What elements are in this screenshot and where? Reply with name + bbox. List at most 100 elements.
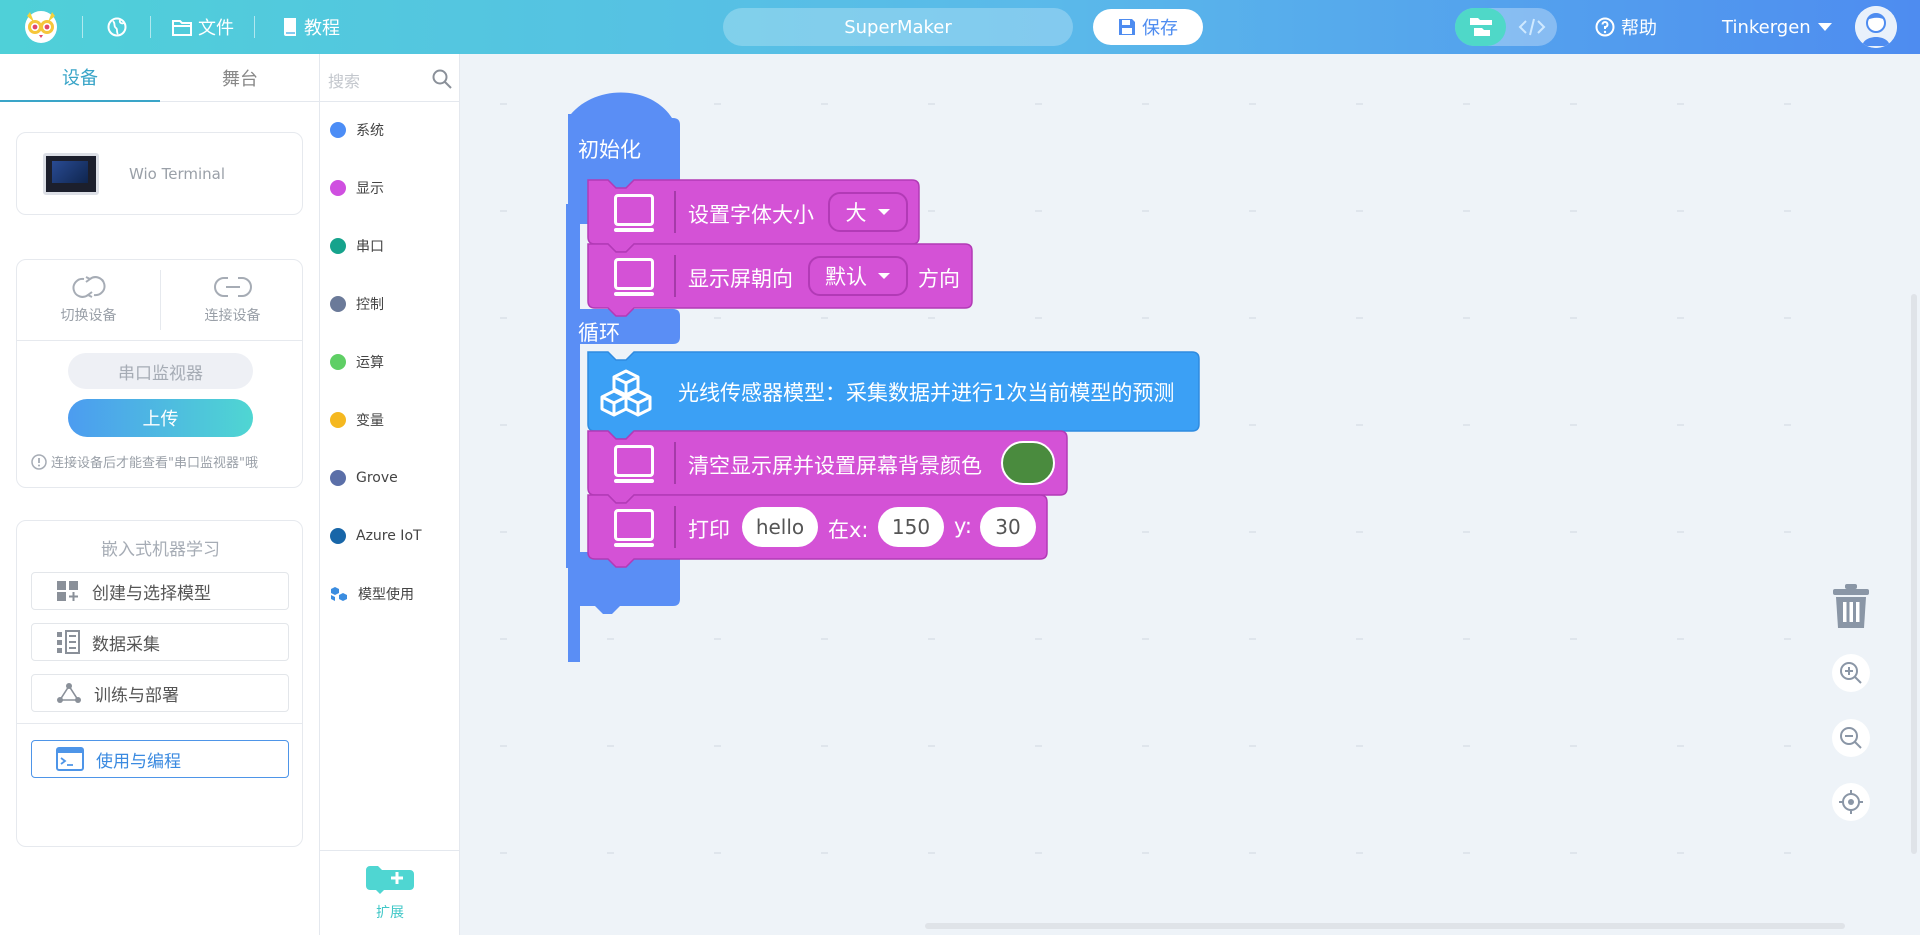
category-label: 串口 [356, 239, 384, 255]
serial-hint-text: 连接设备后才能查看"串口监视器"哦 [51, 456, 258, 471]
caret-down-icon [878, 273, 890, 279]
user-avatar-icon [1855, 6, 1897, 48]
ml-item-data-collection[interactable]: 数据采集 [31, 623, 289, 661]
network-icon [57, 683, 81, 703]
set-font-size-label[interactable]: 设置字体大小 [688, 199, 814, 229]
info-icon [31, 453, 47, 470]
divider [674, 442, 676, 484]
category-system[interactable]: 系统 [330, 115, 384, 145]
project-name-field[interactable]: SuperMaker [723, 8, 1073, 46]
category-label: Grove [356, 470, 398, 486]
user-menu[interactable]: Tinkergen [1722, 0, 1833, 54]
category-dot [330, 180, 346, 196]
device-actions-card: 切换设备 连接设备 串口监视器 上传 连接设备后才能查看"串口监视器"哦 [16, 259, 303, 488]
connect-device-label: 连接设备 [204, 308, 261, 324]
zoom-out-icon [1840, 727, 1862, 749]
display-icon [614, 194, 654, 232]
category-control[interactable]: 控制 [330, 289, 384, 319]
language-button[interactable] [107, 0, 127, 54]
category-operators[interactable]: 运算 [330, 347, 384, 377]
trash-icon[interactable] [1831, 582, 1871, 630]
category-model-use[interactable]: 模型使用 [330, 579, 414, 609]
divider [674, 255, 676, 297]
category-azure-iot[interactable]: Azure IoT [330, 521, 422, 551]
category-display[interactable]: 显示 [330, 173, 384, 203]
category-label: 模型使用 [358, 587, 414, 603]
wio-terminal-image [43, 153, 99, 195]
x-input[interactable]: 150 [878, 507, 944, 547]
search-input[interactable]: 搜索 [328, 68, 360, 92]
user-name: Tinkergen [1722, 16, 1811, 38]
owl-logo-icon[interactable] [22, 8, 60, 46]
ml-item-label: 创建与选择模型 [92, 583, 211, 604]
code-icon [1518, 18, 1545, 36]
background-color-picker[interactable] [1001, 441, 1055, 485]
category-label: Azure IoT [356, 528, 422, 544]
print-text-input[interactable]: hello [742, 507, 818, 547]
connect-device-button[interactable]: 连接设备 [161, 260, 304, 340]
font-size-dropdown[interactable]: 大 [828, 192, 908, 232]
device-card[interactable]: Wio Terminal [16, 132, 303, 215]
switch-icon [72, 276, 105, 298]
zoom-out-button[interactable] [1832, 719, 1870, 757]
x-label: 在x: [828, 518, 869, 542]
category-dot [330, 296, 346, 312]
category-dot [330, 528, 346, 544]
recenter-button[interactable] [1832, 783, 1870, 821]
block-workspace[interactable]: 初始化 循环 设置字体大小 大 显示屏朝向 默认 方向 光线传感器模型：采集数据… [460, 54, 1920, 935]
tab-device[interactable]: 设备 [0, 54, 160, 102]
search-bar[interactable]: 搜索 [320, 54, 460, 102]
extension-label: 扩展 [376, 905, 404, 921]
divider [674, 506, 676, 548]
ml-item-label: 使用与编程 [96, 751, 181, 772]
upload-button[interactable]: 上传 [68, 399, 253, 437]
blocks-icon [1469, 18, 1492, 36]
caret-down-icon [1817, 23, 1832, 31]
y-input[interactable]: 30 [980, 507, 1036, 547]
folder-icon [172, 19, 192, 36]
screen-orientation-label[interactable]: 显示屏朝向 [688, 263, 793, 293]
ml-item-train-deploy[interactable]: 训练与部署 [31, 674, 289, 712]
data-collection-icon [57, 630, 80, 654]
ml-item-create-model[interactable]: 创建与选择模型 [31, 572, 289, 610]
category-panel: 搜索 系统 显示 串口 控制 运算 变量 Grove Azure IoT 模型使… [320, 54, 460, 935]
clear-screen-label[interactable]: 清空显示屏并设置屏幕背景颜色 [688, 450, 982, 480]
book-icon [284, 18, 296, 36]
add-extension-icon [366, 866, 414, 894]
category-variables[interactable]: 变量 [330, 405, 384, 435]
switch-device-button[interactable]: 切换设备 [17, 260, 160, 340]
search-icon[interactable] [432, 69, 452, 89]
file-menu[interactable]: 文件 [172, 0, 234, 54]
serial-monitor-button[interactable]: 串口监视器 [68, 353, 253, 389]
loop-block-label[interactable]: 循环 [578, 317, 620, 347]
blocks-mode-button[interactable] [1455, 8, 1506, 46]
category-label: 控制 [356, 297, 384, 313]
caret-down-icon [877, 209, 890, 215]
ml-item-use-program[interactable]: 使用与编程 [31, 740, 289, 778]
category-dot [330, 122, 346, 138]
extension-button[interactable]: 扩展 [320, 850, 460, 935]
help-button[interactable]: 帮助 [1595, 0, 1657, 54]
avatar[interactable] [1855, 6, 1897, 48]
category-dot [330, 412, 346, 428]
orientation-suffix: 方向 [918, 267, 960, 291]
serial-hint: 连接设备后才能查看"串口监视器"哦 [31, 452, 258, 471]
link-icon [213, 277, 252, 297]
zoom-in-button[interactable] [1832, 654, 1870, 692]
category-grove[interactable]: Grove [330, 463, 398, 493]
top-bar: 文件 教程 SuperMaker 保存 帮助 Tinkergen [0, 0, 1920, 54]
help-label: 帮助 [1621, 18, 1657, 39]
model-predict-label[interactable]: 光线传感器模型：采集数据并进行1次当前模型的预测 [678, 377, 1174, 407]
code-mode-button[interactable] [1506, 8, 1557, 46]
tab-stage[interactable]: 舞台 [160, 54, 320, 102]
device-panel: 设备 舞台 Wio Terminal 切换设备 连接设备 串口监视器 上传 连接… [0, 54, 320, 935]
category-serial[interactable]: 串口 [330, 231, 384, 261]
mode-toggle[interactable] [1455, 8, 1557, 46]
save-button[interactable]: 保存 [1093, 9, 1203, 45]
orientation-dropdown[interactable]: 默认 [808, 256, 908, 296]
print-label[interactable]: 打印 [688, 514, 730, 544]
category-label: 变量 [356, 413, 384, 429]
init-block-label[interactable]: 初始化 [578, 134, 641, 164]
divider [17, 723, 302, 724]
tutorial-menu[interactable]: 教程 [282, 0, 340, 54]
